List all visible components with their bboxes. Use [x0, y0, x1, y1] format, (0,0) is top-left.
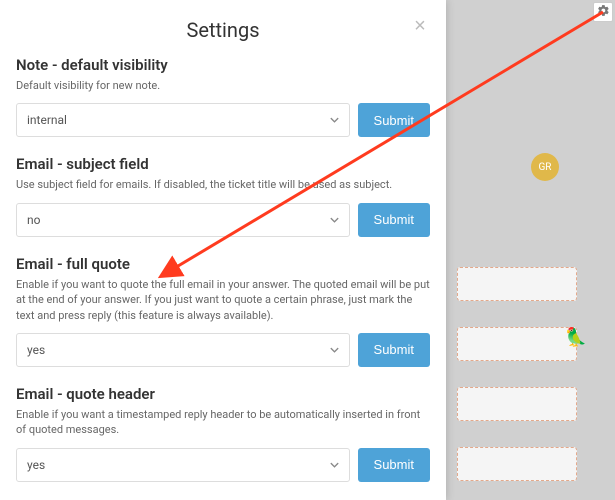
select-value: yes — [27, 458, 45, 472]
settings-modal: Settings × Note - default visibility Def… — [0, 0, 446, 500]
section-title: Note - default visibility — [16, 56, 430, 74]
section-email-subject-field: Email - subject field Use subject field … — [16, 155, 430, 236]
bg-placeholder-box — [457, 387, 577, 421]
bg-placeholder-box — [457, 327, 577, 361]
quote-header-select[interactable]: yes — [16, 448, 350, 482]
section-description: Enable if you want a timestamped reply h… — [16, 407, 430, 438]
section-title: Email - quote header — [16, 385, 430, 403]
submit-button[interactable]: Submit — [358, 448, 430, 482]
gear-icon — [597, 4, 610, 20]
subject-field-select[interactable]: no — [16, 203, 350, 237]
select-value: no — [27, 213, 40, 227]
section-description: Enable if you want to quote the full ema… — [16, 277, 430, 323]
close-button[interactable]: × — [410, 16, 430, 36]
section-email-quote-header: Email - quote header Enable if you want … — [16, 385, 430, 482]
submit-button[interactable]: Submit — [358, 103, 430, 137]
submit-button[interactable]: Submit — [358, 333, 430, 367]
select-value: internal — [27, 113, 67, 127]
modal-header: Settings × — [16, 12, 430, 56]
bg-placeholder-box — [457, 447, 577, 481]
bird-icon: 🦜 — [565, 327, 587, 348]
section-description: Default visibility for new note. — [16, 78, 430, 93]
settings-gear-button[interactable] — [593, 2, 613, 22]
select-value: yes — [27, 343, 45, 357]
visibility-select[interactable]: internal — [16, 103, 350, 137]
submit-button[interactable]: Submit — [358, 203, 430, 237]
modal-title: Settings — [16, 18, 430, 42]
section-description: Use subject field for emails. If disable… — [16, 177, 430, 192]
section-email-full-quote: Email - full quote Enable if you want to… — [16, 255, 430, 367]
close-icon: × — [414, 15, 426, 37]
section-note-default-visibility: Note - default visibility Default visibi… — [16, 56, 430, 137]
section-title: Email - full quote — [16, 255, 430, 273]
section-title: Email - subject field — [16, 155, 430, 173]
full-quote-select[interactable]: yes — [16, 333, 350, 367]
avatar: GR — [531, 153, 559, 181]
bg-placeholder-box — [457, 267, 577, 301]
